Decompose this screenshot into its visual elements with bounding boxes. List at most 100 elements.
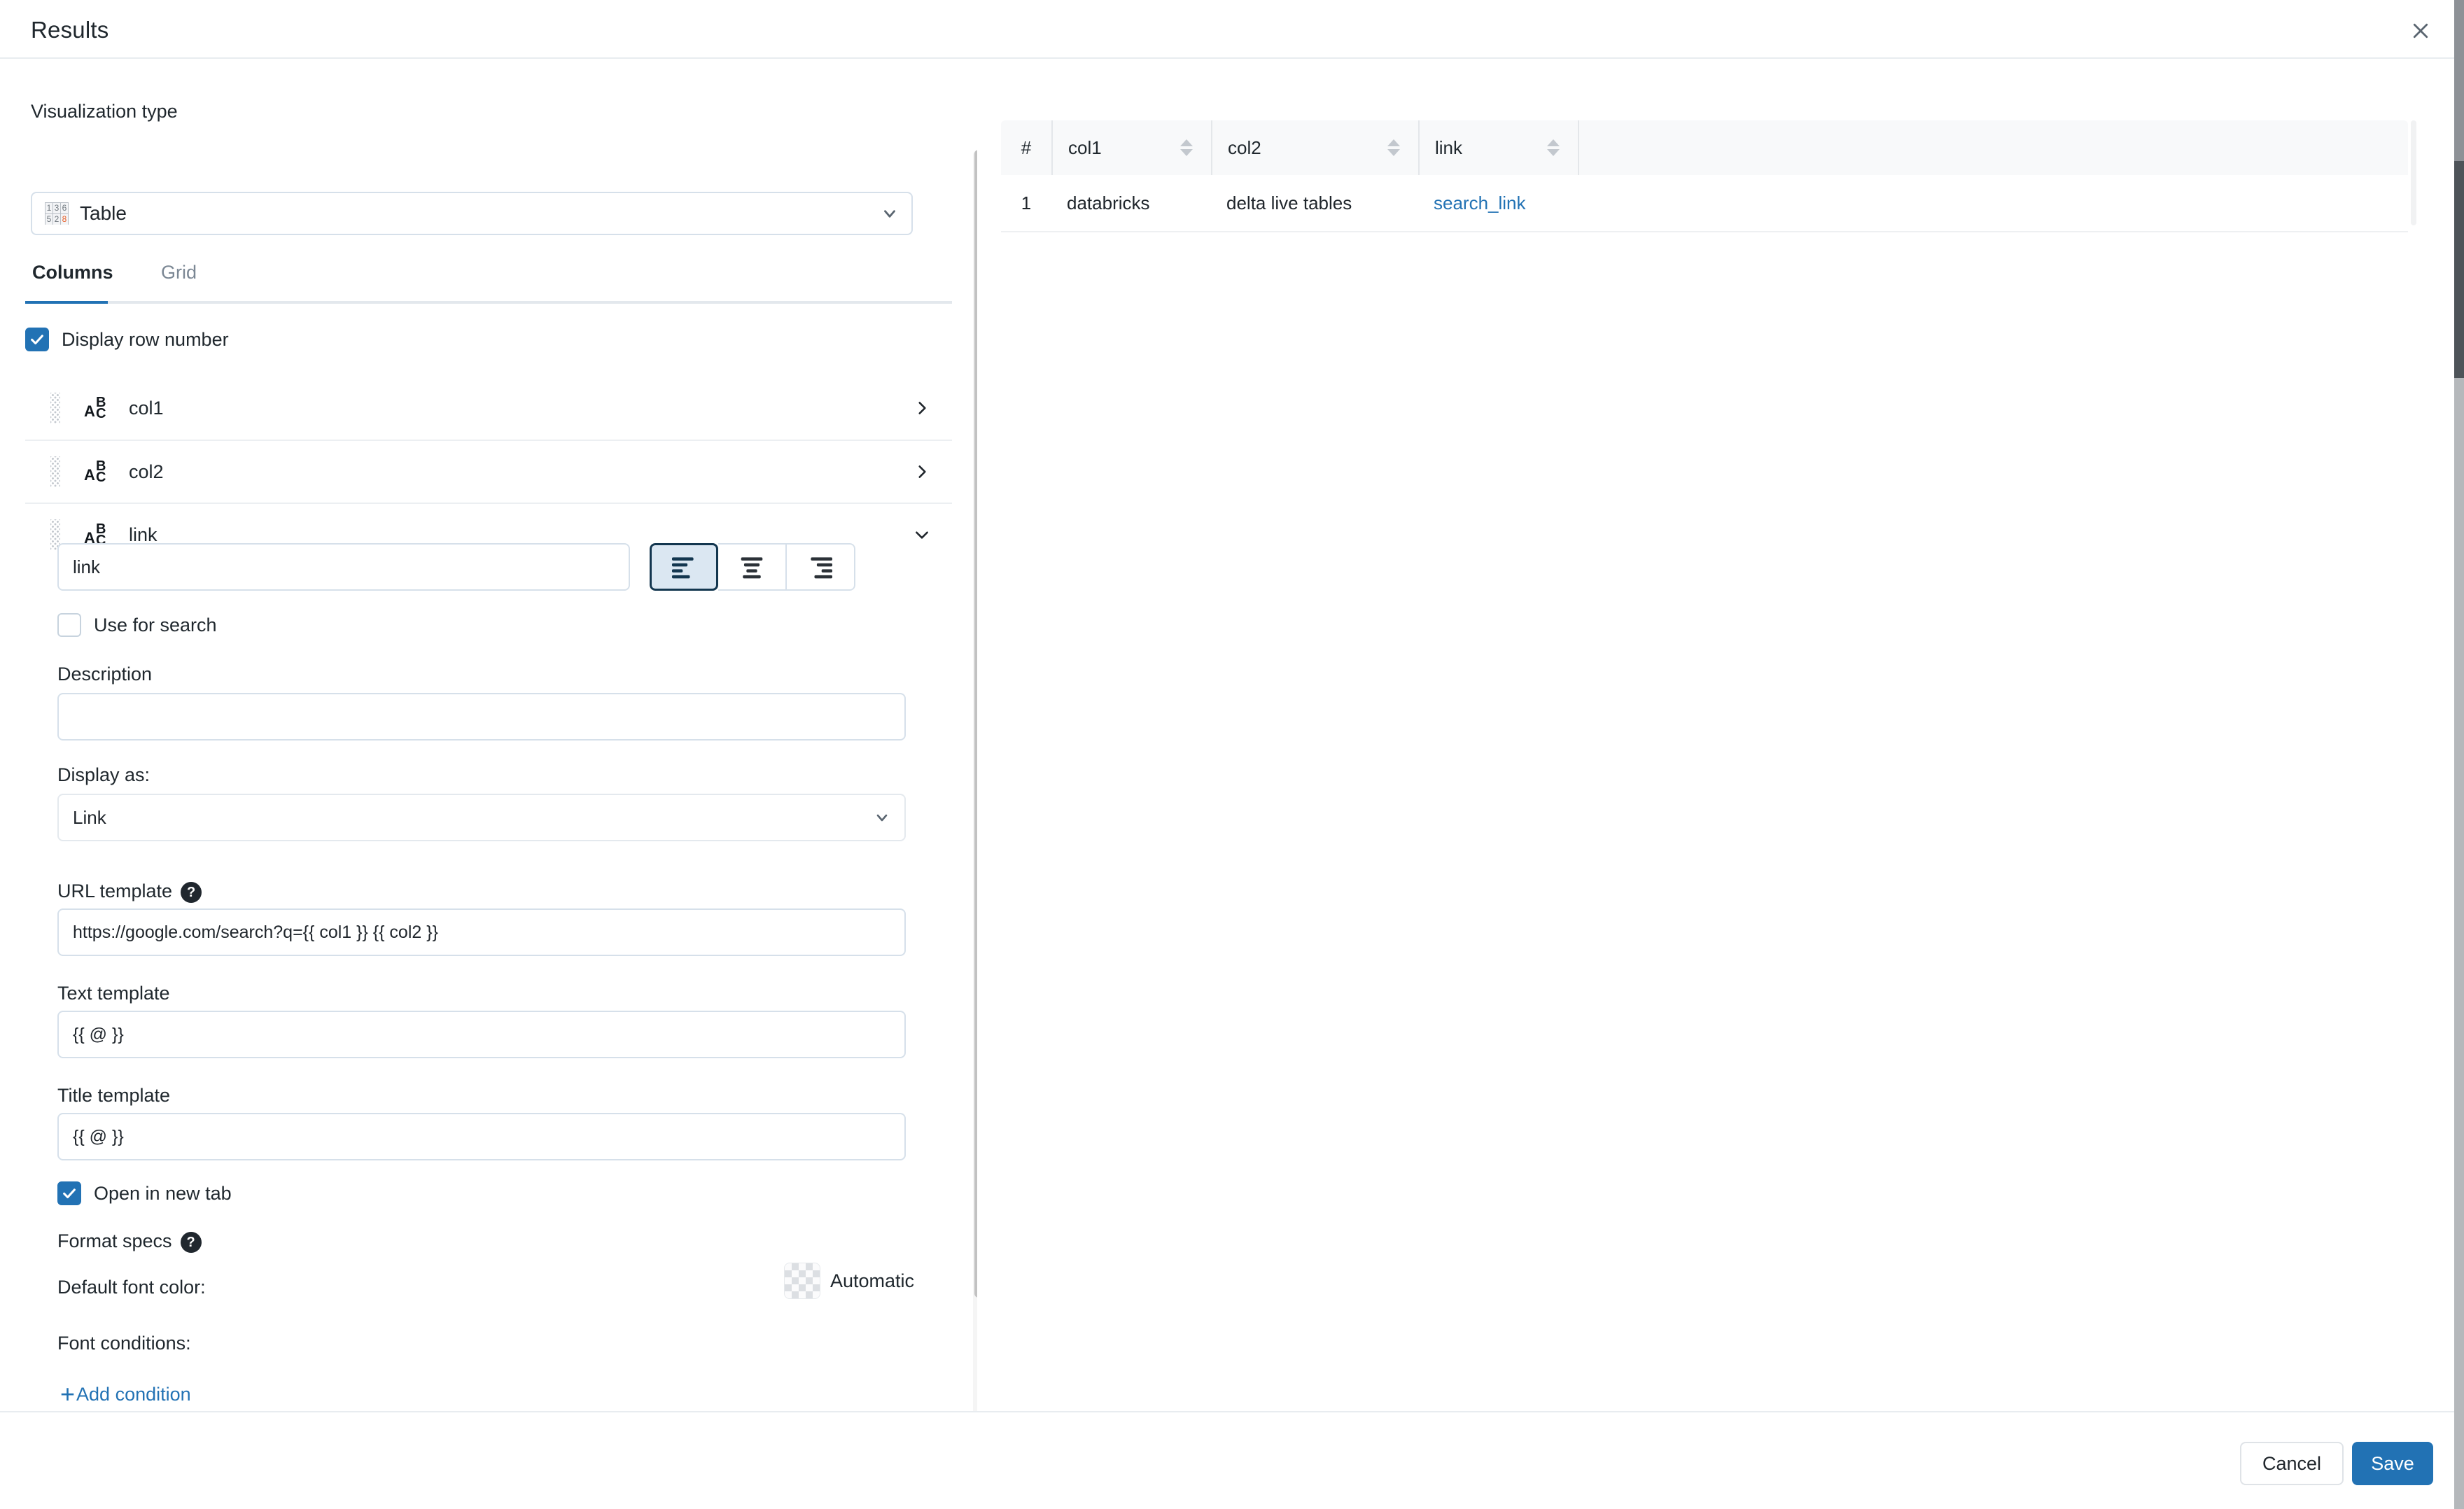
open-in-new-tab-checkbox[interactable] xyxy=(57,1181,81,1205)
results-column-header-index: # xyxy=(1021,136,1032,158)
display-as-label: Display as: xyxy=(57,764,150,785)
cell-link[interactable]: search_link xyxy=(1418,192,1578,214)
drag-handle-icon[interactable] xyxy=(50,456,60,487)
tab-columns[interactable]: Columns xyxy=(25,262,120,295)
column-title-input[interactable] xyxy=(57,543,630,591)
column-header-label: col2 xyxy=(1228,136,1261,158)
help-circle-icon[interactable]: ? xyxy=(180,1231,202,1253)
format-specs-label-text: Format specs xyxy=(57,1230,172,1251)
column-name: link xyxy=(129,524,158,545)
settings-panel: Visualization type 1 3 6 5 2 8 Table Col… xyxy=(0,60,977,1411)
text-template-label: Text template xyxy=(57,983,170,1004)
column-name: col1 xyxy=(129,397,164,419)
url-template-label-text: URL template xyxy=(57,880,173,901)
close-icon[interactable] xyxy=(2404,14,2437,48)
align-right-button[interactable] xyxy=(787,543,855,591)
column-row-col1[interactable]: ABC col1 xyxy=(25,377,952,440)
page-title: Results xyxy=(31,17,109,43)
text-type-icon: ABC xyxy=(84,395,106,421)
default-font-color-value: Automatic xyxy=(830,1270,915,1291)
text-template-input[interactable] xyxy=(57,1011,906,1058)
plus-icon: + xyxy=(60,1380,76,1408)
visualization-type-select[interactable]: 1 3 6 5 2 8 Table xyxy=(31,192,913,235)
visualization-type-value: Table xyxy=(80,202,127,224)
display-row-number-label: Display row number xyxy=(62,328,229,350)
url-template-label: URL template? xyxy=(57,880,202,903)
table-icon-cell: 2 xyxy=(53,214,60,225)
align-center-button[interactable] xyxy=(718,543,787,591)
title-template-input[interactable] xyxy=(57,1113,906,1160)
sort-arrows-icon[interactable] xyxy=(1180,139,1193,156)
results-table-scrollbar[interactable] xyxy=(2408,120,2423,232)
tab-grid[interactable]: Grid xyxy=(154,262,204,295)
column-name: col2 xyxy=(129,461,164,482)
help-circle-icon[interactable]: ? xyxy=(181,881,202,903)
results-column-header-col2[interactable]: col2 xyxy=(1211,120,1418,175)
sort-arrows-icon[interactable] xyxy=(1387,139,1400,156)
text-alignment-group xyxy=(650,543,855,591)
table-icon-cell: 1 xyxy=(46,203,52,213)
display-row-number-checkbox[interactable] xyxy=(25,328,49,351)
color-swatch-automatic[interactable] xyxy=(784,1263,820,1299)
table-icon-cell: 5 xyxy=(46,214,52,225)
visualization-type-label: Visualization type xyxy=(31,101,178,122)
results-table-header: # col1 col2 link xyxy=(1001,120,2408,175)
use-for-search-row[interactable]: Use for search xyxy=(57,613,217,637)
results-column-header-link[interactable]: link xyxy=(1418,120,1578,175)
description-label: Description xyxy=(57,664,153,685)
chevron-down-icon xyxy=(874,809,890,826)
table-icon-cell: 6 xyxy=(61,203,68,213)
table-grid-icon: 1 3 6 5 2 8 xyxy=(45,202,69,225)
align-left-button[interactable] xyxy=(650,543,718,591)
save-button[interactable]: Save xyxy=(2352,1442,2433,1485)
page-scrollbar[interactable] xyxy=(2454,0,2464,1509)
chevron-right-icon[interactable] xyxy=(913,463,931,481)
description-input[interactable] xyxy=(57,693,906,741)
dialog-footer: Cancel Save xyxy=(0,1411,2464,1509)
table-icon-cell: 3 xyxy=(53,203,60,213)
font-conditions-label: Font conditions: xyxy=(57,1333,191,1354)
scrollbar-thumb[interactable] xyxy=(974,150,977,1298)
url-template-input[interactable] xyxy=(57,908,906,956)
add-condition-label: Add condition xyxy=(76,1383,191,1405)
column-row-col2[interactable]: ABC col2 xyxy=(25,440,952,503)
cell-col1: databricks xyxy=(1067,192,1150,213)
default-font-color-label: Default font color: xyxy=(57,1277,206,1298)
open-in-new-tab-row[interactable]: Open in new tab xyxy=(57,1181,232,1205)
chevron-right-icon[interactable] xyxy=(913,399,931,417)
default-font-color-picker[interactable]: Automatic xyxy=(784,1263,914,1299)
display-row-number-row[interactable]: Display row number xyxy=(25,328,229,351)
table-row: 1 databricks delta live tables search_li… xyxy=(1001,175,2408,232)
drag-handle-icon[interactable] xyxy=(50,393,60,423)
results-header-filler xyxy=(1578,120,2408,175)
add-condition-button[interactable]: + Add condition xyxy=(60,1382,191,1407)
open-in-new-tab-label: Open in new tab xyxy=(94,1182,232,1204)
use-for-search-label: Use for search xyxy=(94,614,217,636)
display-as-value: Link xyxy=(73,806,106,828)
column-header-label: link xyxy=(1435,136,1463,158)
scrollbar-track xyxy=(2411,120,2416,225)
results-visualization-dialog: Results Visualization type 1 3 6 5 2 8 T… xyxy=(0,0,2464,1509)
use-for-search-checkbox[interactable] xyxy=(57,613,81,637)
results-preview-panel: # col1 col2 link 1 databricks delta live… xyxy=(1001,60,2464,1411)
search-link[interactable]: search_link xyxy=(1434,192,1526,214)
column-header-label: col1 xyxy=(1068,136,1102,158)
settings-tabs: Columns Grid xyxy=(25,262,949,301)
row-index: 1 xyxy=(1021,192,1032,213)
text-type-icon: ABC xyxy=(84,458,106,485)
scrollbar-thumb[interactable] xyxy=(2454,161,2464,378)
sort-arrows-icon[interactable] xyxy=(1547,139,1560,156)
cell-col2: delta live tables xyxy=(1226,192,1352,213)
dialog-header: Results xyxy=(0,0,2464,59)
results-column-header-col1[interactable]: col1 xyxy=(1051,120,1211,175)
table-icon-cell: 8 xyxy=(61,214,68,225)
title-template-label: Title template xyxy=(57,1085,171,1106)
tabs-underline xyxy=(25,301,952,304)
settings-panel-scrollbar[interactable] xyxy=(973,150,977,1411)
chevron-down-icon xyxy=(881,204,899,223)
format-specs-label: Format specs? xyxy=(57,1230,202,1253)
display-as-select[interactable]: Link xyxy=(57,794,906,841)
chevron-down-icon[interactable] xyxy=(913,526,931,544)
active-tab-indicator xyxy=(25,301,108,304)
cancel-button[interactable]: Cancel xyxy=(2240,1442,2344,1485)
